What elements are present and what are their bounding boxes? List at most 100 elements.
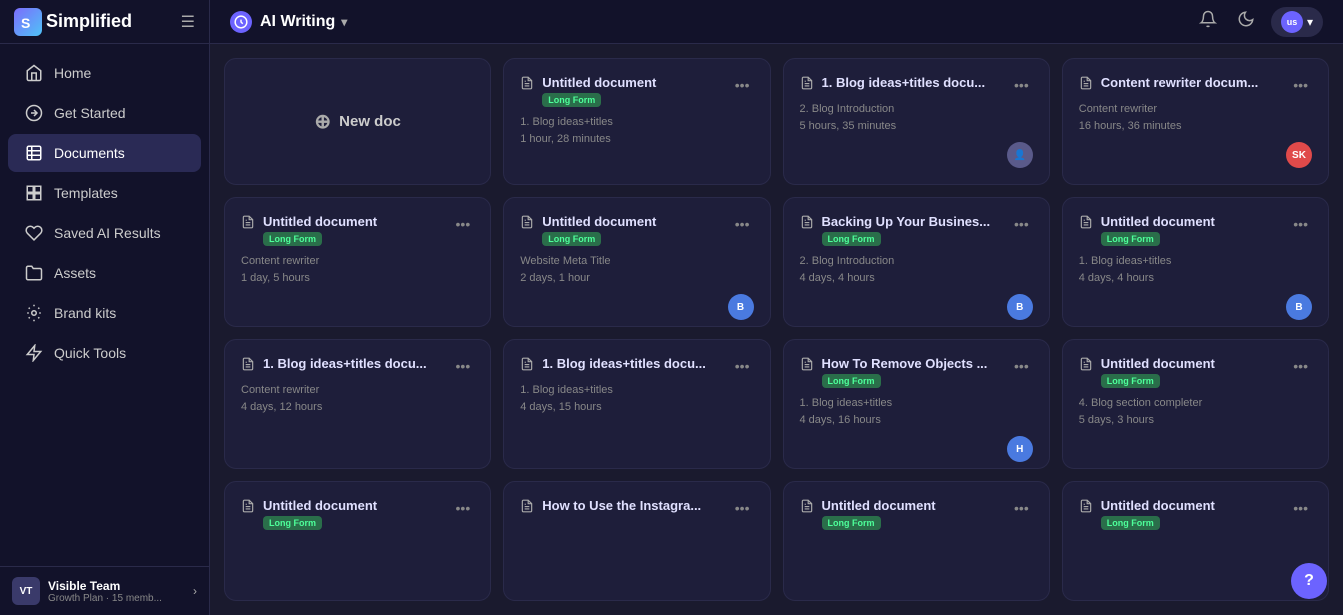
- doc-meta: 2. Blog Introduction4 days, 4 hours: [800, 253, 1033, 286]
- doc-menu-button[interactable]: •••: [1010, 214, 1033, 234]
- sidebar-item-get-started[interactable]: Get Started: [8, 94, 201, 132]
- doc-title-wrap: Untitled document Long Form: [542, 214, 731, 247]
- topbar-title: AI Writing ▾: [230, 11, 347, 33]
- doc-meta: Content rewriter4 days, 12 hours: [241, 382, 474, 415]
- doc-title: How to Use the Instagra...: [542, 498, 722, 513]
- doc-title: Untitled document: [263, 498, 443, 513]
- doc-avatar: B: [1007, 294, 1033, 320]
- doc-menu-button[interactable]: •••: [452, 498, 475, 518]
- sidebar-item-saved-ai[interactable]: Saved AI Results: [8, 214, 201, 252]
- doc-card-header: Content rewriter docum... •••: [1079, 75, 1312, 95]
- doc-card[interactable]: 1. Blog ideas+titles docu... ••• Content…: [224, 339, 491, 469]
- doc-badge: Long Form: [263, 516, 322, 530]
- new-doc-button[interactable]: ⊕ New doc: [224, 58, 491, 185]
- app-logo: S: [14, 8, 42, 36]
- doc-meta: 1. Blog ideas+titles4 days, 15 hours: [520, 382, 753, 415]
- doc-card[interactable]: 1. Blog ideas+titles docu... ••• 2. Blog…: [783, 58, 1050, 185]
- sidebar-item-home[interactable]: Home: [8, 54, 201, 92]
- doc-type-icon: [520, 76, 534, 93]
- doc-card[interactable]: 1. Blog ideas+titles docu... ••• 1. Blog…: [503, 339, 770, 469]
- sidebar-item-brand-kits[interactable]: Brand kits: [8, 294, 201, 332]
- doc-title: Untitled document: [822, 498, 1002, 513]
- doc-avatar: SK: [1286, 142, 1312, 168]
- doc-menu-button[interactable]: •••: [452, 214, 475, 234]
- doc-card[interactable]: Untitled document Long Form ••• Content …: [224, 197, 491, 327]
- user-chevron-icon: ▾: [1307, 15, 1313, 29]
- svg-text:S: S: [21, 15, 30, 31]
- topbar-chevron-icon[interactable]: ▾: [341, 15, 347, 29]
- doc-menu-button[interactable]: •••: [452, 356, 475, 376]
- doc-card[interactable]: Backing Up Your Busines... Long Form •••…: [783, 197, 1050, 327]
- sidebar-header: S Simplified ☰: [0, 0, 209, 44]
- doc-badge: Long Form: [822, 232, 881, 246]
- doc-title: 1. Blog ideas+titles docu...: [542, 356, 722, 371]
- doc-card[interactable]: Untitled document Long Form ••• 1. Blog …: [1062, 197, 1329, 327]
- doc-card-header: How To Remove Objects ... Long Form •••: [800, 356, 1033, 389]
- brand-kits-icon: [24, 303, 44, 323]
- doc-menu-button[interactable]: •••: [731, 356, 754, 376]
- doc-menu-button[interactable]: •••: [1289, 75, 1312, 95]
- documents-icon: [24, 143, 44, 163]
- doc-badge: Long Form: [1101, 374, 1160, 388]
- doc-card[interactable]: How To Remove Objects ... Long Form ••• …: [783, 339, 1050, 469]
- doc-card[interactable]: Untitled document Long Form •••: [224, 481, 491, 601]
- documents-grid: ⊕ New doc Untitled document Long Form ••…: [210, 44, 1343, 615]
- doc-menu-button[interactable]: •••: [1289, 498, 1312, 518]
- doc-meta: 1. Blog ideas+titles4 days, 16 hours: [800, 395, 1033, 428]
- footer-expand-icon: ›: [193, 584, 197, 598]
- saved-ai-icon: [24, 223, 44, 243]
- app-name: Simplified: [46, 11, 132, 32]
- doc-menu-button[interactable]: •••: [731, 498, 754, 518]
- doc-card-header: Untitled document Long Form •••: [520, 214, 753, 247]
- topbar: AI Writing ▾ us ▾: [210, 0, 1343, 44]
- doc-card-header: 1. Blog ideas+titles docu... •••: [241, 356, 474, 376]
- templates-icon: [24, 183, 44, 203]
- doc-type-icon: [1079, 215, 1093, 232]
- doc-menu-button[interactable]: •••: [1289, 356, 1312, 376]
- doc-menu-button[interactable]: •••: [731, 75, 754, 95]
- sidebar-item-templates[interactable]: Templates: [8, 174, 201, 212]
- doc-card[interactable]: Untitled document Long Form •••: [783, 481, 1050, 601]
- sidebar-item-quick-tools[interactable]: Quick Tools: [8, 334, 201, 372]
- doc-card-header: Untitled document Long Form •••: [241, 498, 474, 531]
- sidebar-item-assets[interactable]: Assets: [8, 254, 201, 292]
- doc-title: Untitled document: [542, 214, 722, 229]
- doc-menu-button[interactable]: •••: [1010, 356, 1033, 376]
- doc-menu-button[interactable]: •••: [1010, 75, 1033, 95]
- doc-title: How To Remove Objects ...: [822, 356, 1002, 371]
- doc-type-icon: [800, 76, 814, 93]
- help-button[interactable]: ?: [1291, 563, 1327, 599]
- team-plan: Growth Plan · 15 memb...: [48, 593, 193, 604]
- doc-title-wrap: Untitled document Long Form: [263, 498, 452, 531]
- doc-title-wrap: 1. Blog ideas+titles docu...: [822, 75, 1011, 90]
- assets-icon: [24, 263, 44, 283]
- doc-menu-button[interactable]: •••: [1289, 214, 1312, 234]
- doc-card-header: Untitled document Long Form •••: [241, 214, 474, 247]
- doc-title-wrap: Untitled document Long Form: [1101, 356, 1290, 389]
- doc-type-icon: [800, 357, 814, 374]
- notifications-button[interactable]: [1195, 6, 1221, 37]
- doc-card[interactable]: How to Use the Instagra... •••: [503, 481, 770, 601]
- doc-card[interactable]: Untitled document Long Form •••: [1062, 481, 1329, 601]
- sidebar: S Simplified ☰ Home Get Started Document…: [0, 0, 210, 615]
- doc-title: Untitled document: [1101, 498, 1281, 513]
- topbar-actions: us ▾: [1195, 6, 1323, 37]
- sidebar-footer[interactable]: VT Visible Team Growth Plan · 15 memb...…: [0, 566, 209, 615]
- doc-card[interactable]: Untitled document Long Form ••• Website …: [503, 197, 770, 327]
- doc-card[interactable]: Untitled document Long Form ••• 4. Blog …: [1062, 339, 1329, 469]
- sidebar-nav: Home Get Started Documents Templates Sav…: [0, 44, 209, 566]
- doc-menu-button[interactable]: •••: [1010, 498, 1033, 518]
- user-menu[interactable]: us ▾: [1271, 7, 1323, 37]
- doc-title: Untitled document: [263, 214, 443, 229]
- theme-toggle-button[interactable]: [1233, 6, 1259, 37]
- doc-menu-button[interactable]: •••: [731, 214, 754, 234]
- doc-badge: Long Form: [542, 93, 601, 107]
- sidebar-item-documents[interactable]: Documents: [8, 134, 201, 172]
- sidebar-toggle[interactable]: ☰: [181, 12, 195, 32]
- doc-card[interactable]: Untitled document Long Form ••• 1. Blog …: [503, 58, 770, 185]
- doc-card[interactable]: Content rewriter docum... ••• Content re…: [1062, 58, 1329, 185]
- doc-title-wrap: Untitled document Long Form: [822, 498, 1011, 531]
- user-avatar: us: [1281, 11, 1303, 33]
- doc-title-wrap: Content rewriter docum...: [1101, 75, 1290, 90]
- doc-meta: 2. Blog Introduction5 hours, 35 minutes: [800, 101, 1033, 134]
